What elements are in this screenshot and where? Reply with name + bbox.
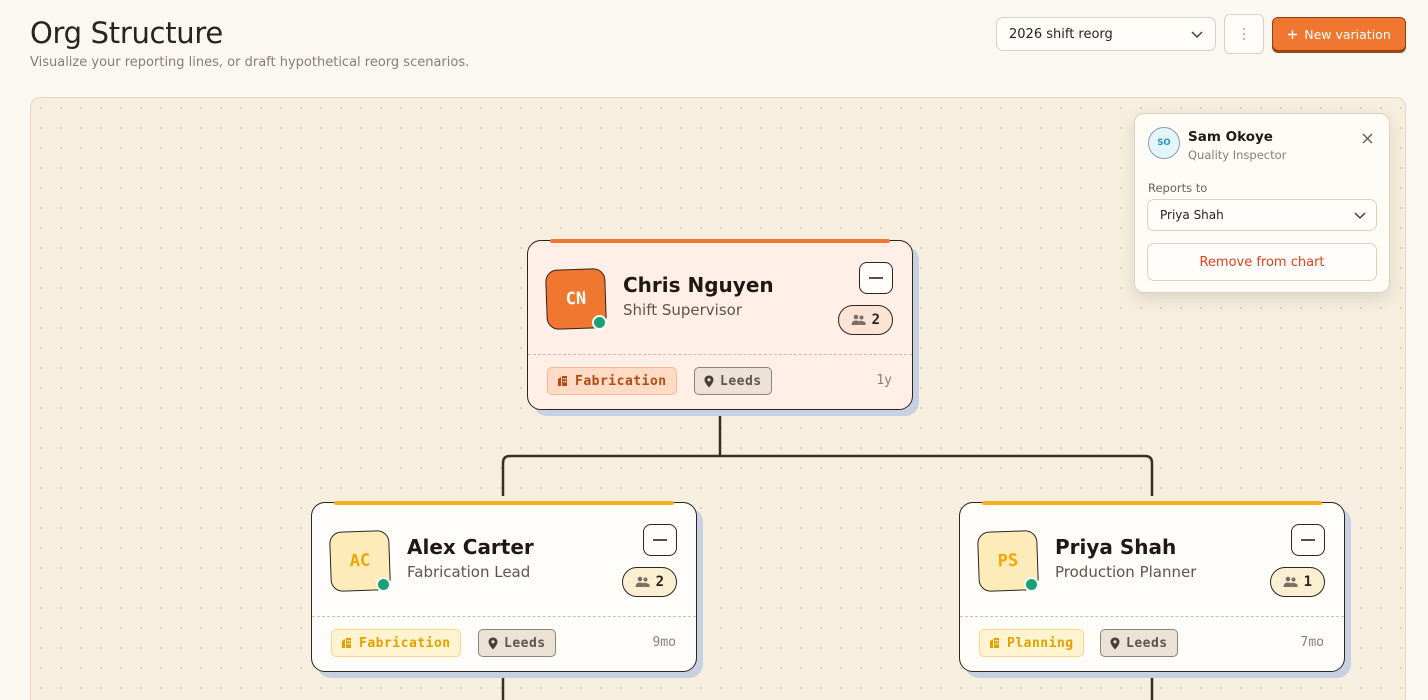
employee-name: Priya Shah [1055, 535, 1177, 559]
chevron-down-icon [1191, 31, 1203, 39]
direct-reports-count: 2 [655, 574, 664, 590]
plus-icon [1288, 29, 1298, 39]
new-variation-button[interactable]: New variation [1272, 17, 1406, 51]
department-label: Planning [1007, 635, 1074, 651]
reports-to-label: Reports to [1148, 181, 1208, 195]
building-icon [990, 638, 999, 648]
tenure: 9mo [652, 635, 676, 650]
department-label: Fabrication [359, 635, 451, 651]
minus-icon [1301, 539, 1315, 541]
building-icon [342, 638, 351, 648]
status-online-indicator [1024, 577, 1039, 592]
collapse-button[interactable] [1291, 524, 1325, 556]
employee-name: Chris Nguyen [623, 273, 774, 297]
employee-name: Alex Carter [407, 535, 534, 559]
person-details-popover: SO Sam Okoye Quality Inspector Reports t… [1134, 113, 1390, 293]
employee-role: Fabrication Lead [407, 563, 531, 581]
vertical-dots-icon [1243, 28, 1245, 40]
card-divider [312, 616, 696, 617]
employee-role: Production Planner [1055, 563, 1197, 581]
department-tag: Fabrication [547, 367, 677, 395]
direct-reports-count: 2 [871, 312, 880, 328]
card-accent-bar [334, 501, 674, 505]
close-button[interactable] [1359, 130, 1375, 146]
tenure: 1y [876, 373, 892, 388]
department-tag: Planning [979, 629, 1084, 657]
org-card-priya-shah[interactable]: PS Priya Shah Production Planner 1 Plann… [959, 501, 1345, 672]
page-subtitle: Visualize your reporting lines, or draft… [30, 55, 470, 70]
popover-person-name: Sam Okoye [1188, 129, 1273, 145]
scenario-select-value: 2026 shift reorg [1009, 26, 1113, 42]
location-label: Leeds [720, 373, 762, 389]
reports-to-select[interactable]: Priya Shah [1147, 199, 1377, 231]
department-tag: Fabrication [331, 629, 461, 657]
card-divider [960, 616, 1344, 617]
org-card-alex-carter[interactable]: AC Alex Carter Fabrication Lead 2 Fabric… [311, 501, 697, 672]
direct-reports-badge[interactable]: 1 [1269, 567, 1325, 597]
location-tag: Leeds [478, 629, 556, 657]
minus-icon [869, 277, 883, 279]
card-accent-bar [982, 501, 1322, 505]
reports-to-value: Priya Shah [1160, 208, 1224, 222]
map-pin-icon [1110, 637, 1120, 649]
people-icon [635, 576, 650, 587]
status-online-indicator [376, 577, 391, 592]
map-pin-icon [488, 637, 498, 649]
remove-from-chart-button[interactable]: Remove from chart [1147, 243, 1377, 281]
page-title: Org Structure [30, 16, 223, 50]
status-online-indicator [592, 315, 607, 330]
chevron-down-icon [1354, 212, 1366, 220]
collapse-button[interactable] [859, 262, 893, 294]
location-label: Leeds [504, 635, 546, 651]
direct-reports-badge[interactable]: 2 [621, 567, 677, 597]
popover-person-role: Quality Inspector [1188, 148, 1287, 162]
location-tag: Leeds [694, 367, 772, 395]
location-label: Leeds [1126, 635, 1168, 651]
page-header: Org Structure Visualize your reporting l… [30, 14, 469, 70]
minus-icon [653, 539, 667, 541]
new-variation-label: New variation [1304, 26, 1391, 42]
building-icon [558, 376, 567, 386]
card-accent-bar [550, 239, 890, 243]
people-icon [851, 314, 866, 325]
tenure: 7mo [1300, 635, 1324, 650]
card-divider [528, 354, 912, 355]
org-card-chris-nguyen[interactable]: CN Chris Nguyen Shift Supervisor 2 Fabri… [527, 239, 913, 410]
location-tag: Leeds [1100, 629, 1178, 657]
employee-role: Shift Supervisor [623, 301, 743, 319]
department-label: Fabrication [575, 373, 667, 389]
collapse-button[interactable] [643, 524, 677, 556]
more-options-button[interactable] [1224, 14, 1264, 54]
scenario-select[interactable]: 2026 shift reorg [996, 17, 1216, 51]
map-pin-icon [704, 375, 714, 387]
direct-reports-badge[interactable]: 2 [837, 305, 893, 335]
people-icon [1283, 576, 1298, 587]
direct-reports-count: 1 [1303, 574, 1312, 590]
close-icon [1361, 132, 1373, 144]
avatar: SO [1148, 127, 1180, 159]
